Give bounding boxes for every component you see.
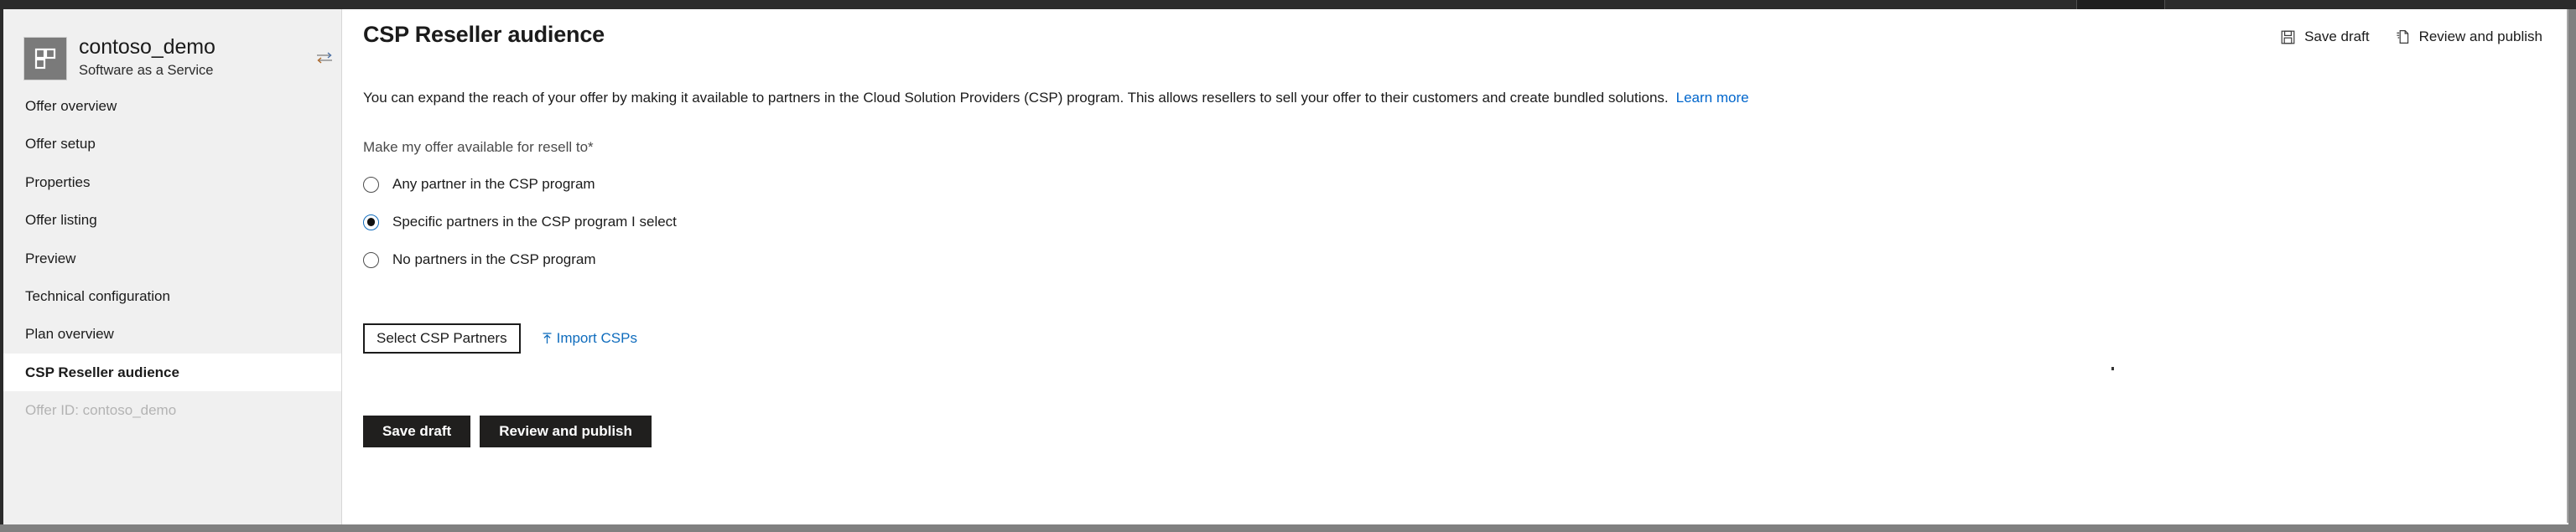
sidebar-item-preview[interactable]: Preview — [3, 240, 341, 277]
sidebar-item-technical-configuration[interactable]: Technical configuration — [3, 277, 341, 315]
radio-specific-partners-label: Specific partners in the CSP program I s… — [392, 214, 677, 230]
command-bar: Save draft Review and publish — [2281, 28, 2542, 45]
partner-actions-row: Select CSP Partners Import CSPs — [363, 323, 637, 354]
window-frame-right — [2568, 9, 2576, 532]
footer-actions: Save draft Review and publish — [363, 416, 652, 447]
offer-name: contoso_demo — [79, 35, 216, 59]
app-window: contoso_demo Software as a Service Offer… — [0, 0, 2576, 532]
radio-no-partners[interactable]: No partners in the CSP program — [363, 249, 677, 271]
sidebar-item-csp-reseller-audience[interactable]: CSP Reseller audience — [3, 353, 341, 392]
offer-header: contoso_demo Software as a Service — [3, 9, 341, 87]
offer-type: Software as a Service — [79, 63, 214, 78]
resell-field-label: Make my offer available for resell to* — [363, 139, 594, 155]
command-save-draft-button[interactable]: Save draft — [2281, 28, 2370, 45]
sidebar-item-offer-overview[interactable]: Offer overview — [3, 87, 341, 125]
radio-no-partners-indicator[interactable] — [363, 251, 379, 268]
sidebar-item-properties[interactable]: Properties — [3, 163, 341, 201]
command-review-publish-button[interactable]: Review and publish — [2396, 28, 2542, 45]
window-frame-bottom — [0, 524, 2576, 532]
footer-review-publish-button[interactable]: Review and publish — [480, 416, 652, 447]
import-csps-label: Import CSPs — [556, 330, 637, 346]
learn-more-link[interactable]: Learn more — [1676, 90, 1749, 106]
sidebar-nav: Offer overview Offer setup Properties Of… — [3, 87, 341, 430]
sidebar-item-offer-listing[interactable]: Offer listing — [3, 201, 341, 239]
command-review-publish-label: Review and publish — [2418, 28, 2542, 44]
import-csps-link[interactable]: Import CSPs — [541, 330, 637, 347]
command-save-draft-label: Save draft — [2304, 28, 2370, 44]
upload-arrow-icon — [541, 332, 553, 345]
radio-any-partner[interactable]: Any partner in the CSP program — [363, 173, 677, 195]
radio-specific-partners-indicator[interactable] — [363, 214, 379, 230]
footer-save-draft-button[interactable]: Save draft — [363, 416, 471, 447]
sidebar-offer-id: Offer ID: contoso_demo — [25, 402, 177, 419]
sidebar-item-offer-setup[interactable]: Offer setup — [3, 125, 341, 163]
intro-paragraph: You can expand the reach of your offer b… — [363, 90, 1749, 106]
stray-pixel-artifact — [2111, 367, 2114, 370]
page-title: CSP Reseller audience — [363, 22, 605, 47]
sidebar: contoso_demo Software as a Service Offer… — [3, 9, 342, 524]
radio-specific-partners[interactable]: Specific partners in the CSP program I s… — [363, 211, 677, 233]
publish-page-icon — [2396, 29, 2410, 44]
radio-no-partners-label: No partners in the CSP program — [392, 251, 596, 267]
window-chrome-bar — [0, 0, 2576, 9]
radio-any-partner-label: Any partner in the CSP program — [392, 176, 595, 192]
resell-radio-group: Any partner in the CSP program Specific … — [363, 173, 677, 287]
blocks-logo-icon — [23, 37, 67, 80]
intro-text: You can expand the reach of your offer b… — [363, 90, 1669, 106]
select-csp-partners-button[interactable]: Select CSP Partners — [363, 323, 521, 354]
save-disk-icon — [2281, 30, 2295, 44]
main-content: Save draft Review and publish CSP Resell… — [343, 9, 2567, 524]
radio-any-partner-indicator[interactable] — [363, 176, 379, 193]
swap-offer-icon[interactable] — [315, 50, 334, 65]
window-chrome-segment — [2076, 0, 2165, 9]
sidebar-item-plan-overview[interactable]: Plan overview — [3, 315, 341, 353]
